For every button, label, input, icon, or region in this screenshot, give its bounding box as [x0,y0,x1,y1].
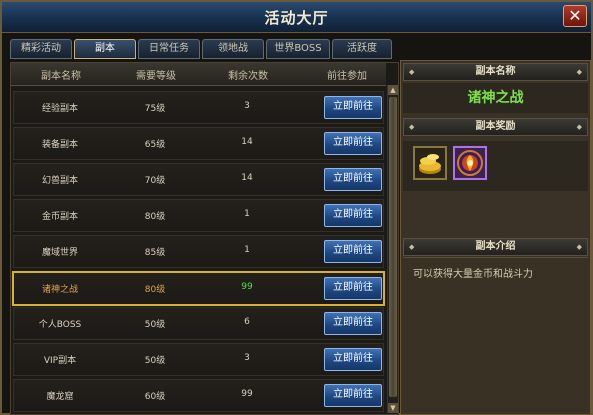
go-now-button[interactable]: 立即前往 [324,277,382,300]
table-row[interactable]: 个人BOSS 50级 6 立即前往 [13,307,384,340]
selected-dungeon-name: 诸神之战 [403,83,588,113]
header-dungeon-name: 副本名称 [41,71,81,82]
table-row-selected[interactable]: 诸神之战 80级 99 立即前往 [12,271,385,306]
intro-text: 可以获得大量金币和战斗力 [413,269,533,280]
tab-dungeons[interactable]: 副本 [74,39,136,59]
chevron-right-icon: ◆ [576,123,582,131]
go-now-button[interactable]: 立即前往 [324,348,382,371]
required-level: 70级 [144,176,166,186]
dungeon-name: 装备副本 [41,140,78,150]
dungeon-name: 金币副本 [41,212,78,222]
dungeon-rewards-header: ◆ 副本奖励 ◆ [403,118,588,136]
go-now-button[interactable]: 立即前往 [324,312,382,335]
table-row[interactable]: 魔龙窟 60级 99 立即前往 [13,379,384,412]
table-header: 副本名称 需要等级 剩余次数 前往参加 [11,63,386,86]
required-level: 65级 [144,140,166,150]
scroll-up-icon[interactable]: ▲ [388,85,398,95]
dungeon-rows: 经验副本 75级 3 立即前往 装备副本 65级 14 立即前往 幻兽副本 70级 14 立即前往 金币… [11,85,386,414]
rewards-area [403,141,588,191]
title-bar: 活动大厅 ✕ [2,2,591,33]
go-now-button[interactable]: 立即前往 [324,384,382,407]
tab-daily-tasks[interactable]: 日常任务 [138,39,200,59]
activity-hall-window: 活动大厅 ✕ 精彩活动 副本 日常任务 领地战 世界BOSS 活跃度 副本名称 … [0,0,593,415]
dungeon-name: 魔域世界 [41,248,78,258]
table-row[interactable]: 装备副本 65级 14 立即前往 [13,127,384,160]
gold-coins-icon[interactable] [413,146,447,180]
intro-area: 可以获得大量金币和战斗力 [403,257,588,412]
chevron-right-icon: ◆ [576,243,582,251]
remaining-count: 3 [244,101,250,111]
dungeon-name: 魔龙窟 [46,392,74,402]
dungeon-name: VIP副本 [43,356,77,366]
dungeon-name: 幻兽副本 [41,176,78,186]
chevron-left-icon: ◆ [409,68,415,76]
dungeon-list-panel: 副本名称 需要等级 剩余次数 前往参加 经验副本 75级 3 立即前往 装备副本 65级 1… [10,62,399,415]
remaining-count: 14 [241,173,253,183]
go-now-button[interactable]: 立即前往 [324,132,382,155]
dungeon-name: 经验副本 [41,104,78,114]
remaining-count: 1 [244,245,250,255]
window-title: 活动大厅 [264,9,329,27]
required-level: 60级 [144,392,166,402]
required-level: 50级 [144,356,166,366]
remaining-count: 3 [244,353,250,363]
scrollbar[interactable]: ▲ ▼ [387,85,398,413]
header-go: 前往参加 [327,71,367,82]
dungeon-name: 个人BOSS [38,320,82,330]
chevron-left-icon: ◆ [409,123,415,131]
scroll-down-icon[interactable]: ▼ [388,403,398,413]
remaining-count: 1 [244,209,250,219]
dungeon-name-header: ◆ 副本名称 ◆ [403,63,588,81]
remaining-count: 14 [241,137,253,147]
dungeon-name: 诸神之战 [41,285,78,295]
table-row[interactable]: 经验副本 75级 3 立即前往 [13,91,384,124]
remaining-count: 6 [244,317,250,327]
remaining-count: 99 [241,389,253,399]
dungeon-detail-panel: ◆ 副本名称 ◆ 诸神之战 ◆ 副本奖励 ◆ ◆ 副本介绍 ◆ 可以获得大量金币… [400,60,591,415]
scroll-thumb[interactable] [389,97,397,397]
go-now-button[interactable]: 立即前往 [324,204,382,227]
go-now-button[interactable]: 立即前往 [324,240,382,263]
tab-activity[interactable]: 活跃度 [332,39,392,59]
chevron-right-icon: ◆ [576,68,582,76]
go-now-button[interactable]: 立即前往 [324,96,382,119]
tab-featured-events[interactable]: 精彩活动 [10,39,72,59]
required-level: 85级 [144,248,166,258]
go-now-button[interactable]: 立即前往 [324,168,382,191]
table-row[interactable]: 魔域世界 85级 1 立即前往 [13,235,384,268]
tab-territory-war[interactable]: 领地战 [202,39,264,59]
header-required-level: 需要等级 [136,71,176,82]
table-row[interactable]: 幻兽副本 70级 14 立即前往 [13,163,384,196]
required-level: 50级 [144,320,166,330]
remaining-count: 99 [241,282,253,292]
close-button[interactable]: ✕ [563,5,587,27]
required-level: 80级 [144,212,166,222]
table-row[interactable]: 金币副本 80级 1 立即前往 [13,199,384,232]
flame-medallion-icon[interactable] [453,146,487,180]
header-remaining-count: 剩余次数 [228,71,268,82]
table-row[interactable]: VIP副本 50级 3 立即前往 [13,343,384,376]
dungeon-intro-header: ◆ 副本介绍 ◆ [403,238,588,256]
required-level: 80级 [144,285,166,295]
chevron-left-icon: ◆ [409,243,415,251]
required-level: 75级 [144,104,166,114]
tab-world-boss[interactable]: 世界BOSS [266,39,330,59]
